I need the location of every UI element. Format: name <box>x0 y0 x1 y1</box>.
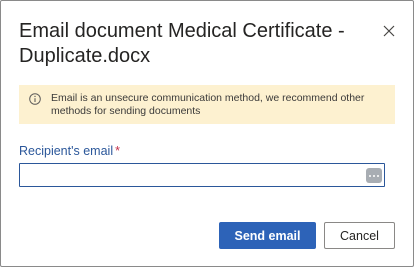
more-dots-icon <box>369 174 371 177</box>
close-icon <box>383 25 395 37</box>
more-dots-icon <box>377 174 379 177</box>
dialog-title: Email document Medical Certificate - Dup… <box>19 20 345 67</box>
recipient-email-label-text: Recipient's email <box>19 144 114 158</box>
close-button[interactable] <box>379 21 399 41</box>
more-dots-icon <box>373 174 375 177</box>
email-document-dialog: Email document Medical Certificate - Dup… <box>0 0 414 267</box>
cancel-button[interactable]: Cancel <box>324 222 395 249</box>
warning-text: Email is an unsecure communication metho… <box>51 92 365 117</box>
info-icon <box>29 93 41 105</box>
required-asterisk: * <box>115 144 120 158</box>
send-email-button[interactable]: Send email <box>219 222 316 249</box>
recipient-email-label: Recipient's email * <box>19 144 120 158</box>
contact-picker-button[interactable] <box>366 168 382 183</box>
security-warning-banner: Email is an unsecure communication metho… <box>19 85 395 124</box>
recipient-email-input[interactable] <box>19 163 385 187</box>
